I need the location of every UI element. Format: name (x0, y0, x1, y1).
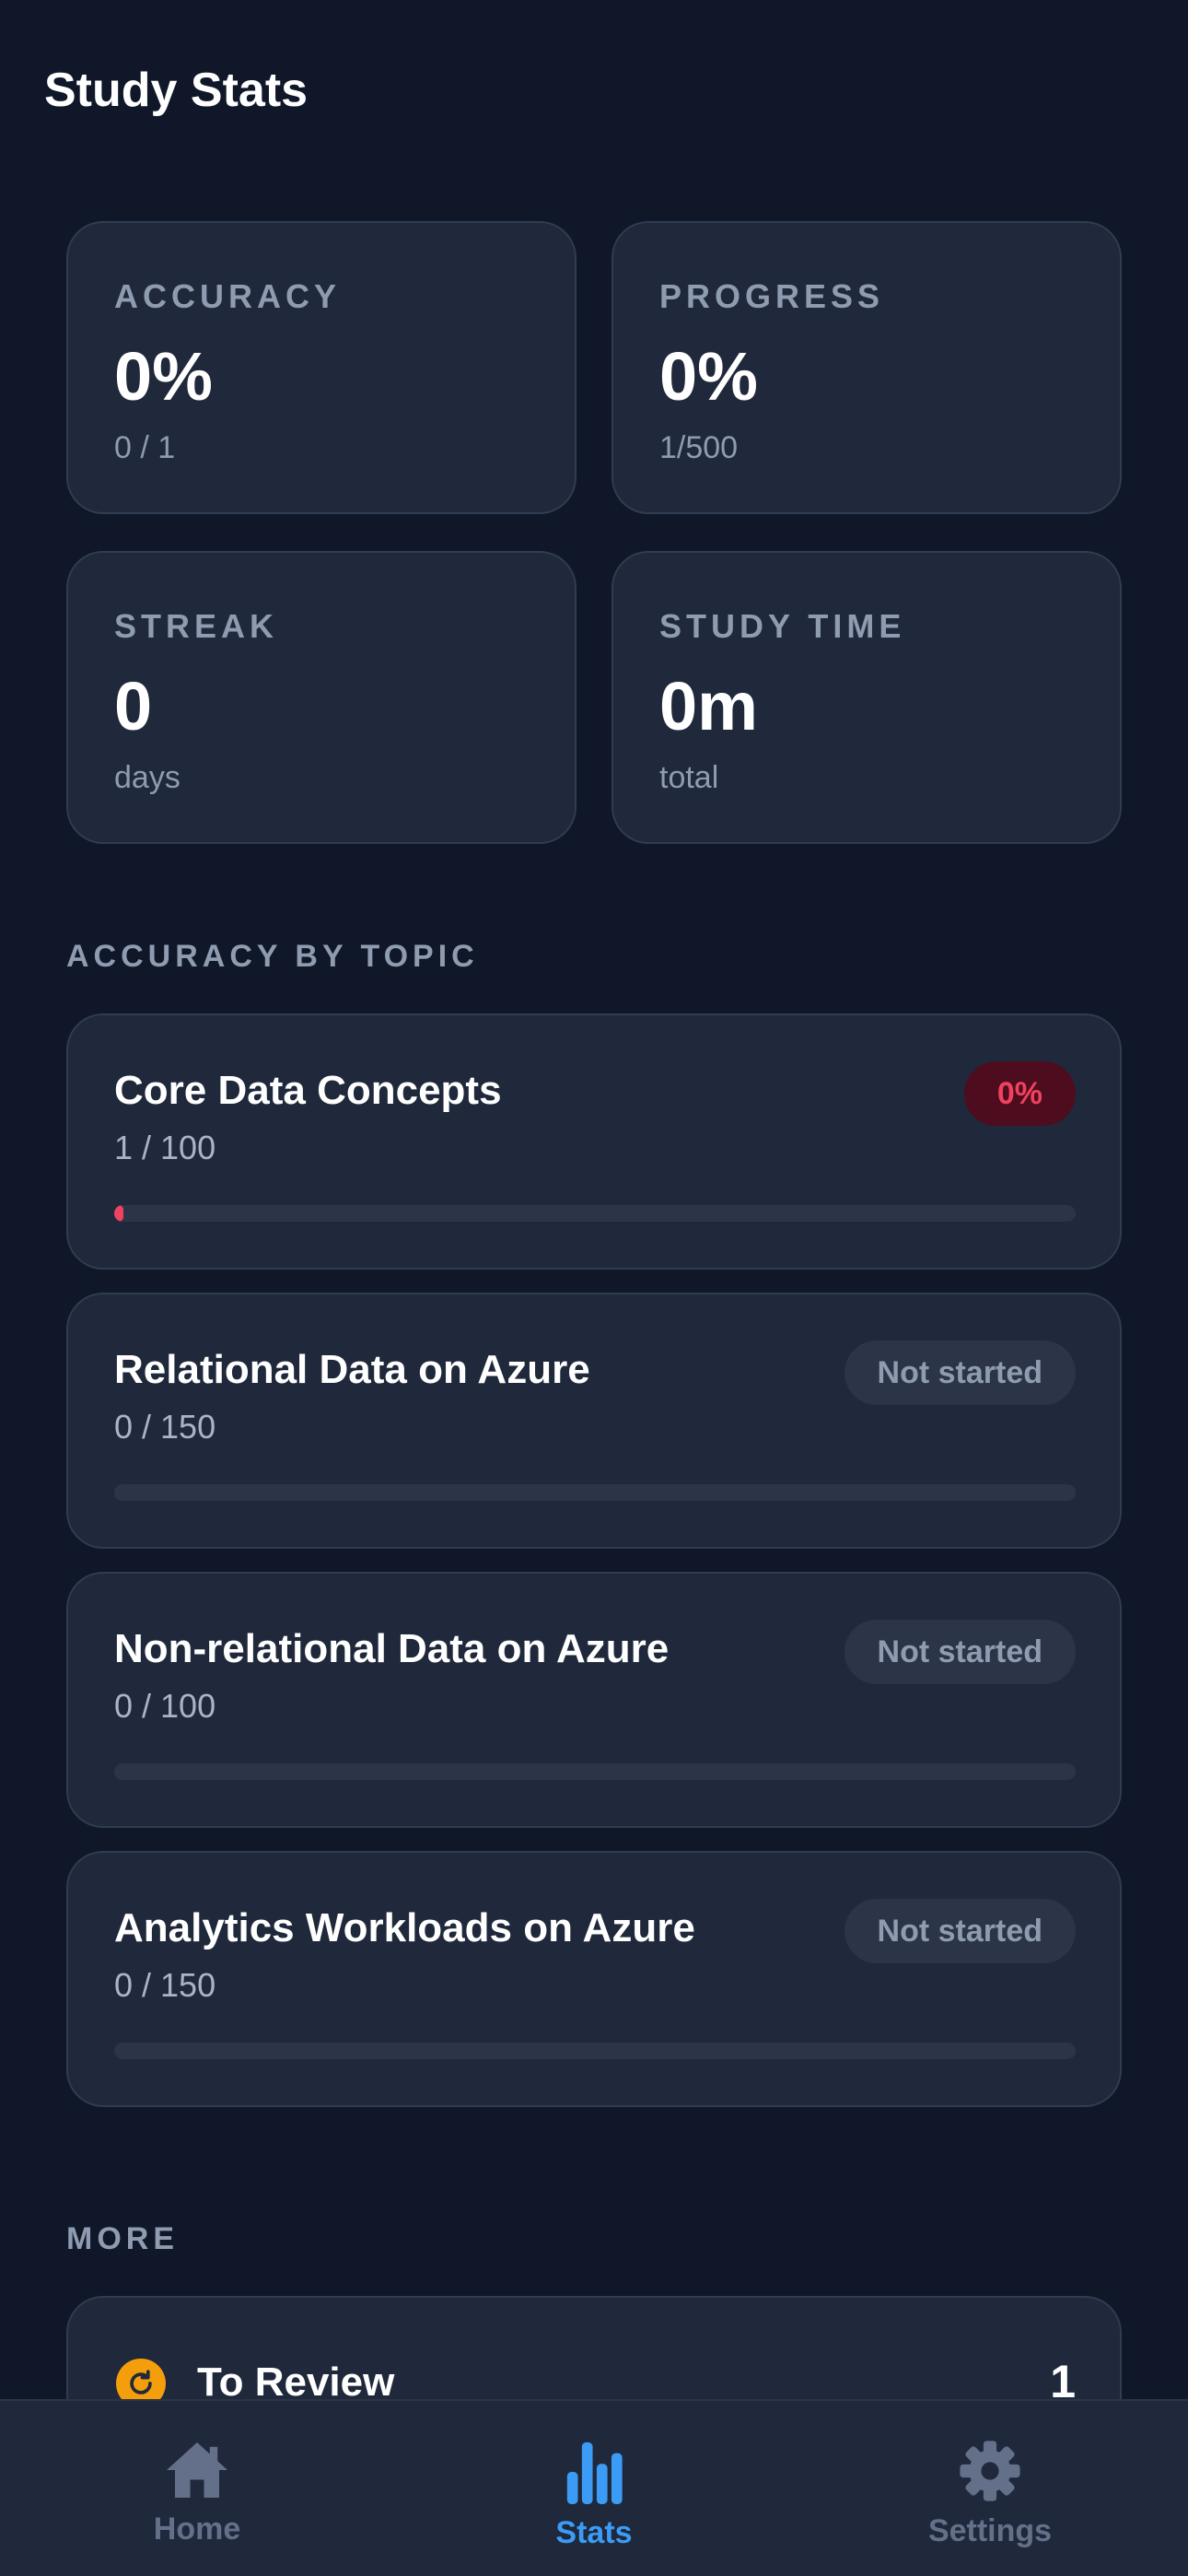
bar-chart-icon (566, 2441, 623, 2504)
topic-card-relational[interactable]: Relational Data on Azure 0 / 150 Not sta… (66, 1293, 1122, 1549)
stat-card-streak: STREAK 0 days (66, 551, 577, 844)
bottom-tab-bar: Home Stats Settings (0, 2399, 1188, 2576)
stat-label: STREAK (114, 607, 279, 645)
status-badge: Not started (844, 1899, 1076, 1963)
tab-home[interactable]: Home (59, 2401, 335, 2576)
status-badge: Not started (844, 1620, 1076, 1684)
stats-screen: Study Stats ACCURACY 0% 0 / 1 PROGRESS 0… (0, 0, 1188, 2576)
stat-value: 0% (114, 338, 213, 415)
progress-track (114, 1205, 1076, 1222)
progress-fill (114, 1205, 124, 1222)
stat-card-accuracy: ACCURACY 0% 0 / 1 (66, 221, 577, 514)
topic-card-core-data[interactable]: Core Data Concepts 1 / 100 0% (66, 1013, 1122, 1270)
tab-stats[interactable]: Stats (456, 2401, 732, 2576)
topic-count: 0 / 100 (114, 1687, 216, 1725)
gear-icon (960, 2441, 1020, 2501)
stat-value: 0% (659, 338, 758, 415)
stat-sub: 0 / 1 (114, 430, 176, 465)
stat-value: 0m (659, 668, 758, 744)
stat-label: STUDY TIME (659, 607, 906, 645)
topic-name: Non-relational Data on Azure (114, 1626, 670, 1671)
topic-name: Analytics Workloads on Azure (114, 1905, 695, 1950)
stat-card-study-time: STUDY TIME 0m total (611, 551, 1122, 844)
stat-label: ACCURACY (114, 277, 341, 315)
topic-count: 1 / 100 (114, 1129, 216, 1166)
tab-label: Home (153, 2512, 241, 2547)
topic-card-analytics[interactable]: Analytics Workloads on Azure 0 / 150 Not… (66, 1851, 1122, 2107)
stat-sub: 1/500 (659, 430, 739, 465)
topic-count: 0 / 150 (114, 1966, 216, 2004)
accuracy-badge: 0% (963, 1061, 1076, 1126)
stat-card-progress: PROGRESS 0% 1/500 (611, 221, 1122, 514)
stat-sub: total (659, 760, 719, 795)
tab-label: Settings (927, 2513, 1053, 2548)
tab-settings[interactable]: Settings (852, 2401, 1128, 2576)
stat-sub: days (114, 760, 181, 795)
topic-name: Relational Data on Azure (114, 1347, 590, 1392)
page-title: Study Stats (44, 64, 309, 117)
topic-name: Core Data Concepts (114, 1068, 502, 1113)
tab-label: Stats (555, 2515, 633, 2550)
stat-label: PROGRESS (659, 277, 885, 315)
section-label-more: MORE (66, 2221, 179, 2256)
section-label-accuracy-by-topic: ACCURACY BY TOPIC (66, 939, 479, 974)
topic-card-non-relational[interactable]: Non-relational Data on Azure 0 / 100 Not… (66, 1572, 1122, 1828)
status-badge: Not started (844, 1341, 1076, 1405)
topic-count: 0 / 150 (114, 1408, 216, 1446)
progress-track (114, 1484, 1076, 1501)
progress-track (114, 2043, 1076, 2059)
progress-track (114, 1763, 1076, 1780)
stat-value: 0 (114, 668, 153, 744)
home-icon (167, 2442, 227, 2498)
